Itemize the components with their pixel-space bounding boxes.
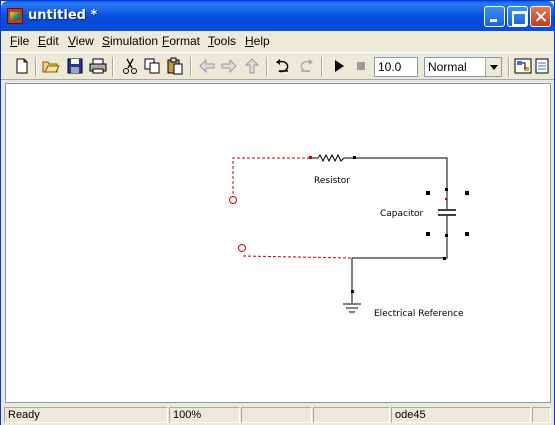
simulink-app-icon[interactable] <box>7 8 23 24</box>
menu-simulation-label: imulation <box>110 34 159 48</box>
toolbar-separator <box>190 57 192 77</box>
menu-edit-hotkey: E <box>38 34 47 48</box>
toolbar-separator <box>112 57 114 77</box>
maximize-button[interactable] <box>507 6 528 27</box>
wire-resistor-capacitor[interactable] <box>355 157 448 188</box>
library-browser-icon[interactable] <box>514 57 532 75</box>
unconnected-line-bottom[interactable] <box>242 255 353 259</box>
status-cell <box>241 407 312 423</box>
menu-tools-label: ools <box>214 34 237 48</box>
simulink-window: untitled * File Edit View Simulation For… <box>0 0 555 425</box>
menu-view-label: iew <box>75 34 94 48</box>
menu-file-label: ile <box>17 34 30 48</box>
resistor-block[interactable] <box>309 153 356 163</box>
close-button[interactable] <box>530 6 551 27</box>
save-icon[interactable] <box>66 57 84 75</box>
menu-help-hotkey: H <box>245 34 254 48</box>
toolbar-separator <box>508 57 510 77</box>
menu-simulation[interactable]: Simulation <box>102 34 158 48</box>
menu-format-label: ormat <box>169 34 201 48</box>
status-state: Ready <box>4 407 168 423</box>
status-cell <box>313 407 390 423</box>
redo-icon[interactable] <box>297 57 315 75</box>
title-bar[interactable]: untitled * <box>1 1 554 31</box>
resistor-label[interactable]: Resistor <box>314 176 350 186</box>
menu-help[interactable]: Help <box>245 34 270 48</box>
new-icon[interactable] <box>13 57 31 75</box>
unconnected-line-top[interactable] <box>232 157 310 199</box>
toolbar-separator <box>35 57 37 77</box>
ground-icon[interactable] <box>343 290 361 313</box>
menu-simulation-hotkey: S <box>102 34 111 48</box>
menu-view-hotkey: V <box>68 34 76 48</box>
menu-help-label: elp <box>253 34 270 48</box>
minimize-button[interactable] <box>484 6 505 27</box>
cut-icon[interactable] <box>121 57 139 75</box>
stop-icon[interactable] <box>352 57 370 75</box>
menu-view[interactable]: View <box>68 34 94 48</box>
status-cell <box>532 407 551 423</box>
simulation-mode-value: Normal <box>428 60 467 74</box>
menu-tools[interactable]: Tools <box>208 34 236 48</box>
menu-bar: File Edit View Simulation Format Tools H… <box>1 31 554 51</box>
selection-handle[interactable] <box>465 191 469 195</box>
copy-icon[interactable] <box>143 57 161 75</box>
chevron-down-icon[interactable] <box>485 58 501 76</box>
model-canvas[interactable]: Resistor Capacitor Electrical Reference <box>5 83 551 403</box>
forward-icon[interactable] <box>220 57 238 75</box>
up-icon[interactable] <box>243 57 261 75</box>
toolbar-separator <box>266 57 268 77</box>
stop-time-field[interactable]: 10.0 <box>374 57 418 77</box>
menu-edit-label: dit <box>46 34 59 48</box>
undo-icon[interactable] <box>274 57 292 75</box>
toolbar-separator <box>321 57 323 77</box>
simulation-mode-select[interactable]: Normal <box>424 57 502 77</box>
window-title: untitled * <box>28 8 98 23</box>
menu-format[interactable]: Format <box>162 34 200 48</box>
menu-edit[interactable]: Edit <box>38 34 59 48</box>
capacitor-label[interactable]: Capacitor <box>380 209 423 219</box>
selection-handle[interactable] <box>426 232 430 236</box>
status-zoom: 100% <box>169 407 240 423</box>
back-icon[interactable] <box>198 57 216 75</box>
status-bar: Ready 100% ode45 <box>1 405 554 425</box>
status-solver: ode45 <box>391 407 531 423</box>
paste-icon[interactable] <box>166 57 184 75</box>
toolbar: 10.0 Normal <box>1 52 554 80</box>
menu-file[interactable]: File <box>10 34 29 48</box>
capacitor-block[interactable] <box>426 188 469 237</box>
selection-handle[interactable] <box>465 232 469 236</box>
wire-capacitor-ground[interactable] <box>352 236 448 259</box>
model-explorer-icon[interactable] <box>535 57 549 75</box>
model-diagram <box>229 153 469 313</box>
print-icon[interactable] <box>89 57 107 75</box>
open-icon[interactable] <box>42 57 60 75</box>
open-port-top[interactable] <box>229 196 237 204</box>
open-port-bottom[interactable] <box>238 244 246 252</box>
electrical-reference-label[interactable]: Electrical Reference <box>374 309 464 319</box>
selection-handle[interactable] <box>426 191 430 195</box>
start-icon[interactable] <box>330 57 348 75</box>
